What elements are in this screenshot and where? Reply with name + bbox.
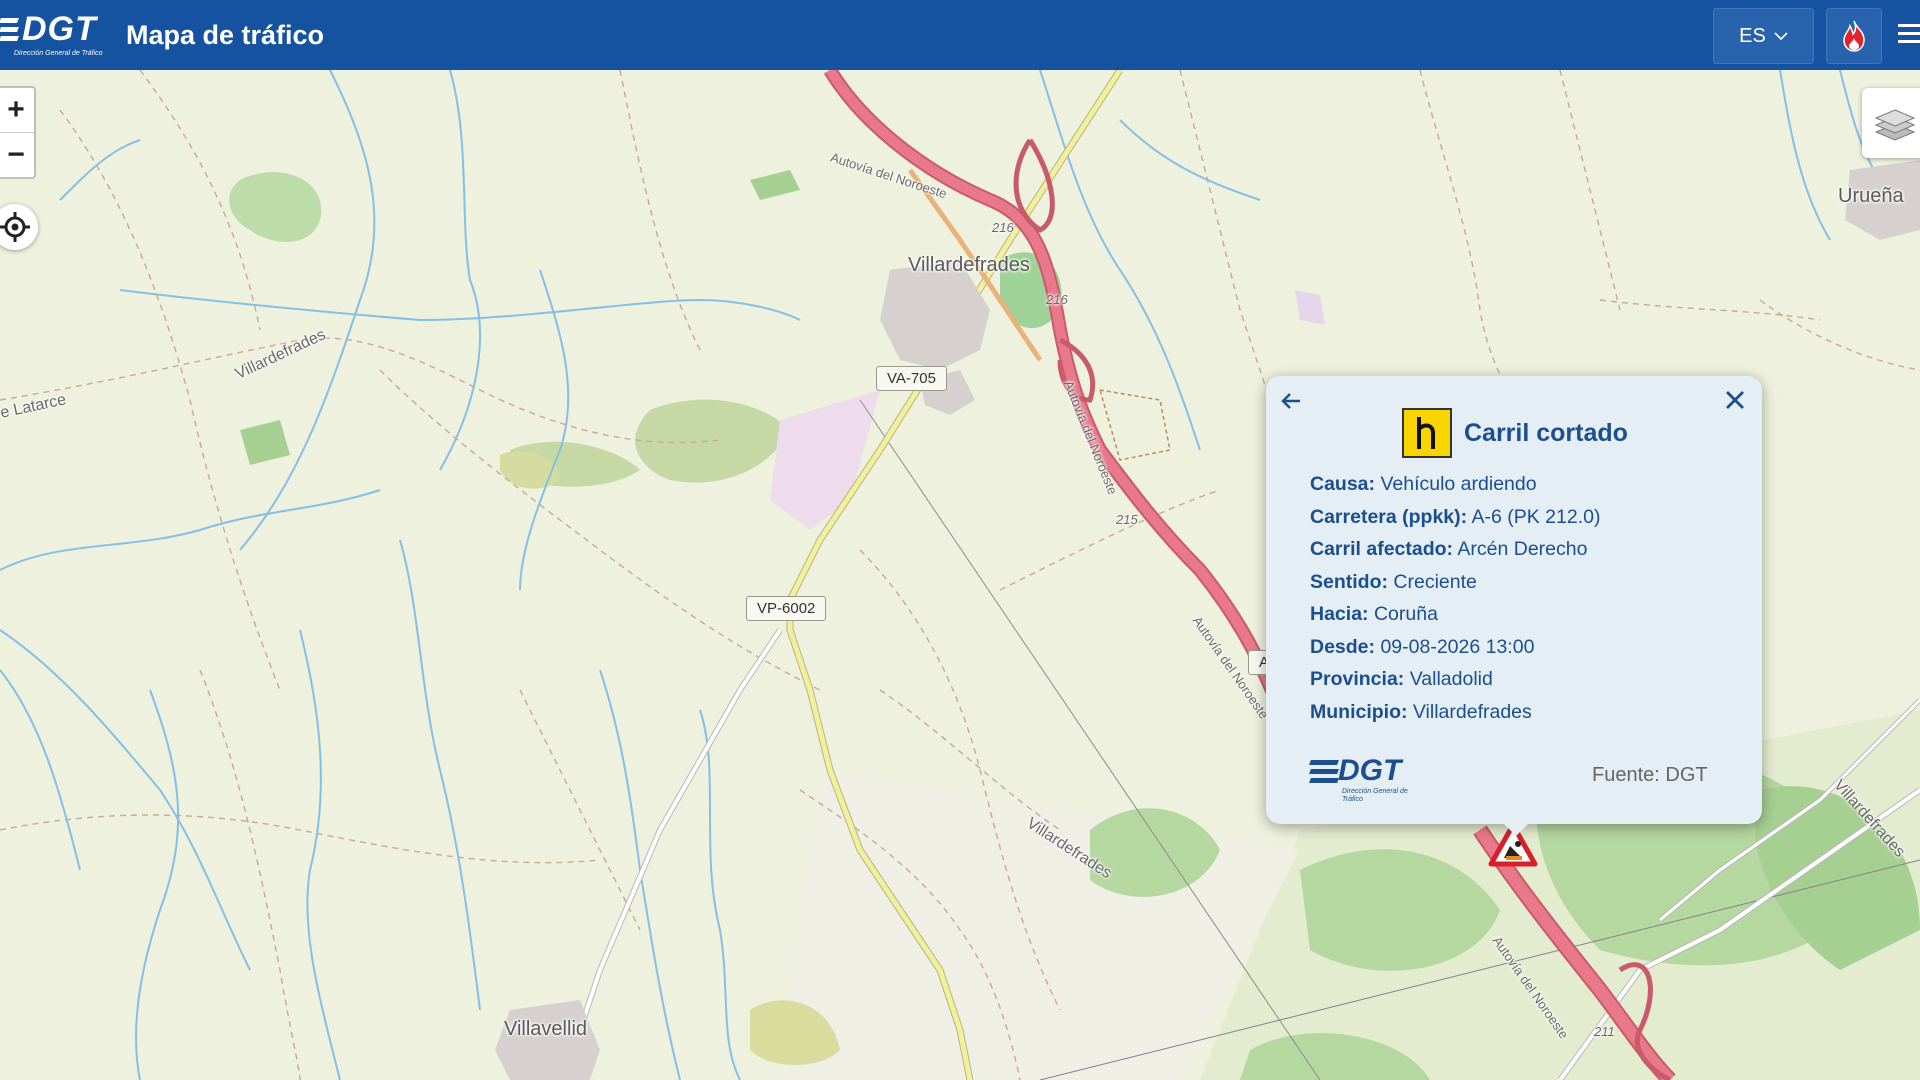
detail-label: Hacia: — [1310, 603, 1369, 625]
dgt-logo-subtitle: Dirección General de Tráfico — [14, 50, 103, 57]
popup-tip — [1502, 822, 1530, 836]
km-marker: 215 — [1116, 512, 1138, 527]
detail-value: 09-08-2026 13:00 — [1380, 635, 1535, 658]
km-marker: 216 — [1046, 292, 1068, 307]
page-title: Mapa de tráfico — [126, 20, 325, 50]
detail-value: Vehículo ardiendo — [1380, 473, 1537, 495]
zoom-control: + − — [0, 86, 36, 179]
detail-row-hacia: Hacia: Coruña — [1310, 598, 1600, 631]
source-logo-subtitle: Dirección General de Tráfico — [1342, 788, 1408, 803]
road-shield: VP-6002 — [746, 596, 827, 621]
popup-title: Carril cortado — [1464, 418, 1628, 447]
layers-icon — [1874, 109, 1916, 141]
layers-button[interactable] — [1862, 88, 1920, 158]
detail-row-carretera: Carretera (ppkk): A-6 (PK 212.0) — [1310, 501, 1600, 534]
source-logo-text: DGT — [1338, 754, 1402, 787]
language-selector[interactable]: ES — [1713, 8, 1814, 64]
detail-value: Villardefrades — [1412, 700, 1532, 723]
km-marker: 216 — [992, 220, 1014, 235]
detail-label: Sentido: — [1310, 570, 1388, 593]
detail-row-provincia: Provincia: Valladolid — [1310, 663, 1600, 696]
dgt-logo-text: DGT — [22, 10, 97, 48]
arrow-left-icon[interactable] — [1280, 390, 1302, 418]
chevron-down-icon — [1774, 28, 1788, 44]
detail-value: Coruña — [1373, 603, 1438, 625]
zoom-in-button[interactable]: + — [0, 88, 34, 132]
language-label: ES — [1739, 24, 1766, 47]
detail-row-causa: Causa: Vehículo ardiendo — [1310, 468, 1600, 501]
place-label-villavellid: Villavellid — [504, 1018, 588, 1040]
hamburger-menu-icon[interactable] — [1898, 24, 1920, 48]
dgt-logo[interactable]: DGT Dirección General de Tráfico — [0, 6, 103, 64]
detail-row-carril: Carril afectado: Arcén Derecho — [1310, 533, 1600, 566]
detail-label: Carril afectado: — [1310, 538, 1454, 560]
detail-row-municipio: Municipio: Villardefrades — [1310, 696, 1600, 729]
detail-label: Causa: — [1310, 473, 1376, 495]
detail-value: Arcén Derecho — [1457, 538, 1588, 560]
fire-button[interactable] — [1826, 8, 1882, 64]
popup-header: Carril cortado — [1402, 408, 1628, 458]
detail-row-desde: Desde: 09-08-2026 13:00 — [1310, 631, 1600, 664]
lane-closed-sign-icon — [1402, 408, 1452, 458]
detail-label: Carretera (ppkk): — [1310, 505, 1468, 528]
detail-value: A-6 (PK 212.0) — [1471, 505, 1601, 528]
close-icon[interactable] — [1724, 386, 1746, 418]
crosshair-icon — [0, 212, 30, 242]
source-logo-bars — [1309, 760, 1339, 787]
source-text: Fuente: DGT — [1592, 764, 1708, 786]
detail-label: Desde: — [1310, 635, 1376, 658]
detail-label: Provincia: — [1310, 668, 1405, 690]
incident-details: Causa: Vehículo ardiendo Carretera (ppkk… — [1310, 468, 1600, 728]
km-marker: 211 — [1594, 1024, 1615, 1039]
zoom-out-button[interactable]: − — [0, 132, 34, 177]
dgt-logo-bars — [0, 18, 19, 45]
place-label-uruena: Urueña — [1838, 185, 1904, 207]
detail-value: Valladolid — [1409, 668, 1493, 690]
detail-row-sentido: Sentido: Creciente — [1310, 566, 1600, 599]
detail-value: Creciente — [1393, 570, 1477, 593]
fire-icon — [1843, 20, 1865, 52]
place-label-villardefrades: Villardefrades — [908, 254, 1030, 276]
top-bar: DGT Dirección General de Tráfico Mapa de… — [0, 0, 1920, 70]
detail-label: Municipio: — [1310, 700, 1408, 723]
road-shield: VA-705 — [876, 366, 947, 391]
incident-popup: Carril cortado Causa: Vehículo ardiendo … — [1266, 376, 1762, 836]
